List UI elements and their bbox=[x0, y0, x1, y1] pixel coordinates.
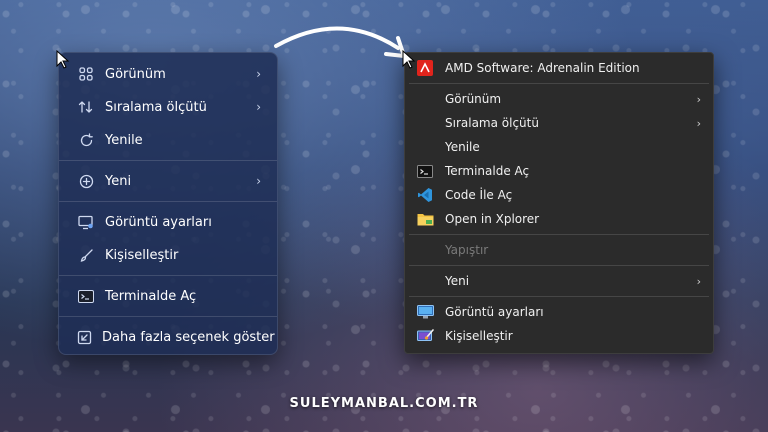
menu-item-label: AMD Software: Adrenalin Edition bbox=[445, 61, 640, 75]
menu-item-personalize[interactable]: Kişiselleştir bbox=[63, 239, 273, 271]
chevron-right-icon: › bbox=[696, 92, 701, 106]
menu-item-label: Sıralama ölçütü bbox=[105, 99, 207, 115]
menu-item-label: Görünüm bbox=[445, 92, 502, 106]
menu-item-view[interactable]: Görünüm › bbox=[63, 58, 273, 90]
mouse-cursor-icon bbox=[402, 50, 416, 69]
menu-item-label: Daha fazla seçenek göster bbox=[102, 329, 275, 345]
menu-separator bbox=[59, 275, 277, 276]
sort-icon bbox=[77, 98, 95, 116]
menu-item-label: Yeni bbox=[105, 173, 132, 189]
menu-item-label: Terminalde Aç bbox=[105, 288, 197, 304]
more-options-icon bbox=[77, 328, 92, 346]
refresh-icon bbox=[77, 131, 95, 149]
menu-separator bbox=[409, 234, 709, 235]
menu-item-display-settings[interactable]: Görüntü ayarları bbox=[63, 206, 273, 238]
menu-separator bbox=[409, 296, 709, 297]
chevron-right-icon: › bbox=[256, 174, 261, 188]
menu-item-label: Yenile bbox=[105, 132, 143, 148]
empty-icon-slot bbox=[415, 90, 435, 108]
menu-item-label: Görünüm bbox=[105, 66, 166, 82]
grid-icon bbox=[77, 65, 95, 83]
menu-item-label: Yenile bbox=[445, 140, 480, 154]
add-circle-icon bbox=[77, 172, 95, 190]
menu-item-label: Görüntü ayarları bbox=[105, 214, 212, 230]
brush-icon bbox=[77, 246, 95, 264]
menu-item-sort-by[interactable]: Sıralama ölçütü › bbox=[63, 91, 273, 123]
empty-icon-slot bbox=[415, 114, 435, 132]
display-settings-icon bbox=[77, 213, 95, 231]
menu-separator bbox=[409, 83, 709, 84]
terminal-icon bbox=[77, 287, 95, 305]
menu-item-new[interactable]: Yeni › bbox=[405, 269, 713, 293]
menu-item-label: Kişiselleştir bbox=[105, 247, 179, 263]
empty-icon-slot bbox=[415, 138, 435, 156]
menu-item-open-with-code[interactable]: Code İle Aç bbox=[405, 183, 713, 207]
curved-arrow-graphic bbox=[274, 26, 406, 58]
personalize-icon bbox=[415, 327, 435, 345]
menu-item-label: Görüntü ayarları bbox=[445, 305, 544, 319]
empty-icon-slot bbox=[415, 241, 435, 259]
mouse-cursor-icon bbox=[56, 50, 70, 69]
menu-item-view[interactable]: Görünüm › bbox=[405, 87, 713, 111]
menu-item-sort-by[interactable]: Sıralama ölçütü › bbox=[405, 111, 713, 135]
empty-icon-slot bbox=[415, 272, 435, 290]
menu-item-refresh[interactable]: Yenile bbox=[63, 124, 273, 156]
menu-separator bbox=[59, 201, 277, 202]
chevron-right-icon: › bbox=[696, 116, 701, 130]
menu-item-open-in-xplorer[interactable]: Open in Xplorer bbox=[405, 207, 713, 231]
win11-context-menu: Görünüm › Sıralama ölçütü › Yenile Yeni … bbox=[58, 52, 278, 355]
menu-separator bbox=[59, 160, 277, 161]
menu-separator bbox=[409, 265, 709, 266]
site-watermark: SULEYMANBAL.COM.TR bbox=[289, 396, 479, 411]
menu-item-label: Terminalde Aç bbox=[445, 164, 530, 178]
chevron-right-icon: › bbox=[256, 67, 261, 81]
monitor-icon bbox=[415, 303, 435, 321]
menu-item-paste: Yapıştır bbox=[405, 238, 713, 262]
menu-item-new[interactable]: Yeni › bbox=[63, 165, 273, 197]
amd-icon bbox=[415, 59, 435, 77]
terminal-icon bbox=[415, 162, 435, 180]
menu-item-label: Sıralama ölçütü bbox=[445, 116, 539, 130]
menu-item-label: Open in Xplorer bbox=[445, 212, 540, 226]
vscode-icon bbox=[415, 186, 435, 204]
menu-item-personalize[interactable]: Kişiselleştir bbox=[405, 324, 713, 348]
menu-item-label: Code İle Aç bbox=[445, 188, 513, 202]
chevron-right-icon: › bbox=[256, 100, 261, 114]
menu-item-open-terminal[interactable]: Terminalde Aç bbox=[63, 280, 273, 312]
menu-item-label: Yapıştır bbox=[445, 243, 489, 257]
chevron-right-icon: › bbox=[696, 274, 701, 288]
menu-separator bbox=[59, 316, 277, 317]
menu-item-amd-software[interactable]: AMD Software: Adrenalin Edition bbox=[405, 56, 713, 80]
menu-item-show-more-options[interactable]: Daha fazla seçenek göster bbox=[63, 321, 275, 353]
menu-item-refresh[interactable]: Yenile bbox=[405, 135, 713, 159]
folder-icon bbox=[415, 210, 435, 228]
menu-item-open-terminal[interactable]: Terminalde Aç bbox=[405, 159, 713, 183]
menu-item-display-settings[interactable]: Görüntü ayarları bbox=[405, 300, 713, 324]
classic-context-menu: AMD Software: Adrenalin Edition Görünüm … bbox=[404, 52, 714, 354]
menu-item-label: Kişiselleştir bbox=[445, 329, 513, 343]
menu-item-label: Yeni bbox=[445, 274, 470, 288]
